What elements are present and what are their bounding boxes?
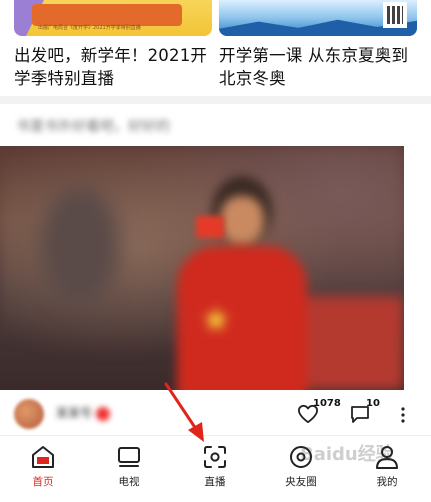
- nav-item-live[interactable]: 直播: [172, 436, 258, 502]
- video-person: [172, 166, 307, 390]
- annotation-arrow-icon: [164, 382, 204, 442]
- comment-count: 10: [366, 398, 380, 409]
- section-divider: [0, 96, 431, 104]
- video-person-face: [220, 196, 264, 244]
- thumbnail-banner: [32, 4, 182, 26]
- video-figure-left: [40, 186, 120, 306]
- thumbnail-caption: 出版广电局合《度开学》2021开学季特别直播: [38, 25, 141, 31]
- qr-code-icon: [383, 2, 407, 28]
- watermark: Baidu经验: [300, 444, 394, 465]
- card-title-right[interactable]: 开学第一课 从东京夏奥到北京冬奥: [219, 44, 415, 90]
- nav-item-home[interactable]: 首页: [0, 436, 86, 502]
- nav-label-live: 直播: [204, 476, 226, 488]
- post-title[interactable]: 书里书外好看吧，好好的: [16, 116, 170, 136]
- more-options-icon[interactable]: [398, 406, 408, 424]
- author-name[interactable]: 某某号: [56, 404, 156, 421]
- author-name-text: 某某号: [56, 406, 93, 420]
- card-thumbnail-left[interactable]: 出版广电局合《度开学》2021开学季特别直播: [14, 0, 212, 36]
- nav-label-tv: 电视: [118, 476, 140, 488]
- author-avatar[interactable]: [14, 399, 44, 429]
- app-screen: 出版广电局合《度开学》2021开学季特别直播 出发吧，新学年！2021开学季特别…: [0, 0, 431, 502]
- video-flag: [196, 216, 224, 238]
- card-thumbnail-right[interactable]: [219, 0, 417, 36]
- like-count: 1078: [313, 398, 341, 409]
- nav-label-home: 首页: [32, 476, 54, 488]
- card-title-left[interactable]: 出发吧，新学年！2021开学季特别直播: [14, 44, 210, 90]
- verified-badge: [96, 406, 111, 421]
- live-icon: [204, 446, 226, 468]
- video-player[interactable]: [0, 146, 404, 390]
- tv-icon: [118, 447, 140, 467]
- home-icon: [32, 446, 54, 468]
- nav-item-tv[interactable]: 电视: [86, 436, 172, 502]
- video-person-body: [177, 246, 307, 390]
